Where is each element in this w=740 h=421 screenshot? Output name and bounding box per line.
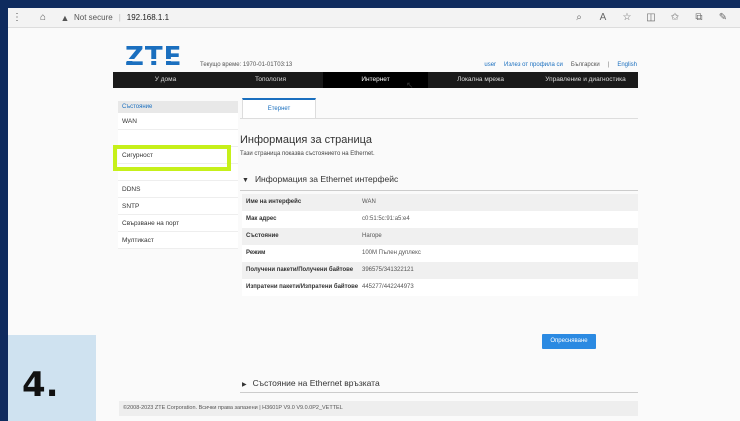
favorite-icon[interactable]: ☆	[620, 11, 634, 25]
favorites-icon[interactable]: ✩	[668, 11, 682, 25]
page-title: Информация за страница	[240, 134, 373, 146]
section-header-connection[interactable]: ▶ Състояние на Ethernet връзката	[242, 378, 380, 388]
row-label: Мак адрес	[246, 216, 277, 222]
sidebar-head-status[interactable]: Състояние	[118, 101, 238, 113]
browser-chrome: ⋮ ⌂ ▲ Not secure | 192.168.1.1 ⌕ A ☆ ◫ ✩…	[8, 8, 740, 28]
row-value: Нагоре	[362, 233, 382, 239]
user-links: user Излез от профила си Български | Eng…	[484, 62, 637, 68]
url-separator: |	[118, 13, 121, 22]
logout-link[interactable]: Излез от профила си	[504, 62, 563, 68]
section-title-text: Информация за Ethernet интерфейс	[254, 174, 399, 184]
table-row: Състояние Нагоре	[242, 228, 638, 245]
router-page: ZTE Текущо време: 1970-01-01T03:13 user …	[8, 28, 740, 421]
row-label: Изпратени пакети/Изпратени байтове	[246, 284, 359, 290]
nav-home[interactable]: У дома	[113, 72, 218, 88]
nav-management[interactable]: Управление и диагностика	[533, 72, 638, 88]
table-row: Получени пакети/Получени байтове 396575/…	[242, 262, 638, 279]
sidebar-item-multicast[interactable]: Мултикаст	[118, 232, 238, 249]
row-label: Получени пакети/Получени байтове	[246, 267, 354, 273]
ethernet-info-table: Име на интерфейс WAN Мак адрес c0:51:5c:…	[242, 194, 638, 296]
page-description: Тази страница показва състоянието на Eth…	[240, 151, 375, 157]
user-name: user	[484, 62, 497, 68]
read-aloud-icon[interactable]: A	[596, 11, 610, 25]
zte-logo: ZTE	[125, 42, 186, 72]
sidebar: Състояние WAN Сигурност DDNS SNTP Свързв…	[118, 101, 238, 249]
search-icon[interactable]: ⌕	[572, 11, 586, 25]
sidebar-item-wan[interactable]: WAN	[118, 113, 238, 130]
row-value: WAN	[362, 199, 376, 205]
table-row: Мак адрес c0:51:5c:91:a5:e4	[242, 211, 638, 228]
section-divider	[240, 190, 638, 191]
home-icon[interactable]: ⌂	[36, 11, 50, 25]
tab-divider	[240, 118, 638, 119]
lang-bg-link[interactable]: Български	[571, 62, 600, 68]
footer: ©2008-2023 ZTE Corporation. Всички права…	[119, 401, 638, 416]
security-label[interactable]: Not secure	[74, 13, 113, 22]
mouse-cursor-icon: ↖	[406, 80, 414, 90]
browser-actions: ⌕ A ☆ ◫ ✩ ⧉ ✎	[572, 11, 740, 25]
collapsed-arrow-icon: ▶	[242, 382, 247, 388]
table-row: Име на интерфейс WAN	[242, 194, 638, 211]
nav-local-network[interactable]: Локална мрежа	[428, 72, 533, 88]
connection-section-text: Състояние на Ethernet връзката	[252, 378, 380, 388]
row-value: c0:51:5c:91:a5:e4	[362, 216, 410, 222]
refresh-button[interactable]: Опресняване	[542, 334, 596, 349]
expand-arrow-icon: ▼	[242, 177, 249, 184]
collections-icon[interactable]: ⧉	[692, 11, 706, 25]
tab-ethernet[interactable]: Етернет	[242, 98, 316, 118]
table-row: Режим 100M Пълен дуплекс	[242, 245, 638, 262]
row-label: Режим	[246, 250, 266, 256]
more-icon[interactable]: ⋮	[10, 11, 24, 25]
row-value: 396575/341322121	[362, 267, 414, 273]
current-time: Текущо време: 1970-01-01T03:13	[200, 62, 293, 68]
lang-en-link[interactable]: English	[617, 62, 637, 68]
step-number: 4.	[22, 365, 59, 405]
lang-separator: |	[607, 62, 610, 68]
sidebar-item-sntp[interactable]: SNTP	[118, 198, 238, 215]
row-value: 100M Пълен дуплекс	[362, 250, 421, 256]
section-header-interface[interactable]: ▼ Информация за Ethernet интерфейс	[242, 174, 398, 184]
main-nav: У дома Топология Интернет Локална мрежа …	[113, 72, 638, 88]
address-bar[interactable]: 192.168.1.1	[127, 13, 169, 22]
split-screen-icon[interactable]: ◫	[644, 11, 658, 25]
connection-divider	[240, 392, 638, 393]
sidebar-item-port-binding[interactable]: Свързване на порт	[118, 215, 238, 232]
row-label: Състояние	[246, 233, 279, 239]
warning-icon[interactable]: ▲	[58, 11, 72, 25]
extensions-icon[interactable]: ✎	[716, 11, 730, 25]
table-row: Изпратени пакети/Изпратени байтове 44527…	[242, 279, 638, 296]
sidebar-item-ddns[interactable]: DDNS	[118, 181, 238, 198]
row-label: Име на интерфейс	[246, 199, 302, 205]
highlight-box	[113, 145, 231, 171]
row-value: 445277/442244973	[362, 284, 414, 290]
nav-topology[interactable]: Топология	[218, 72, 323, 88]
step-badge: 4.	[8, 335, 96, 421]
